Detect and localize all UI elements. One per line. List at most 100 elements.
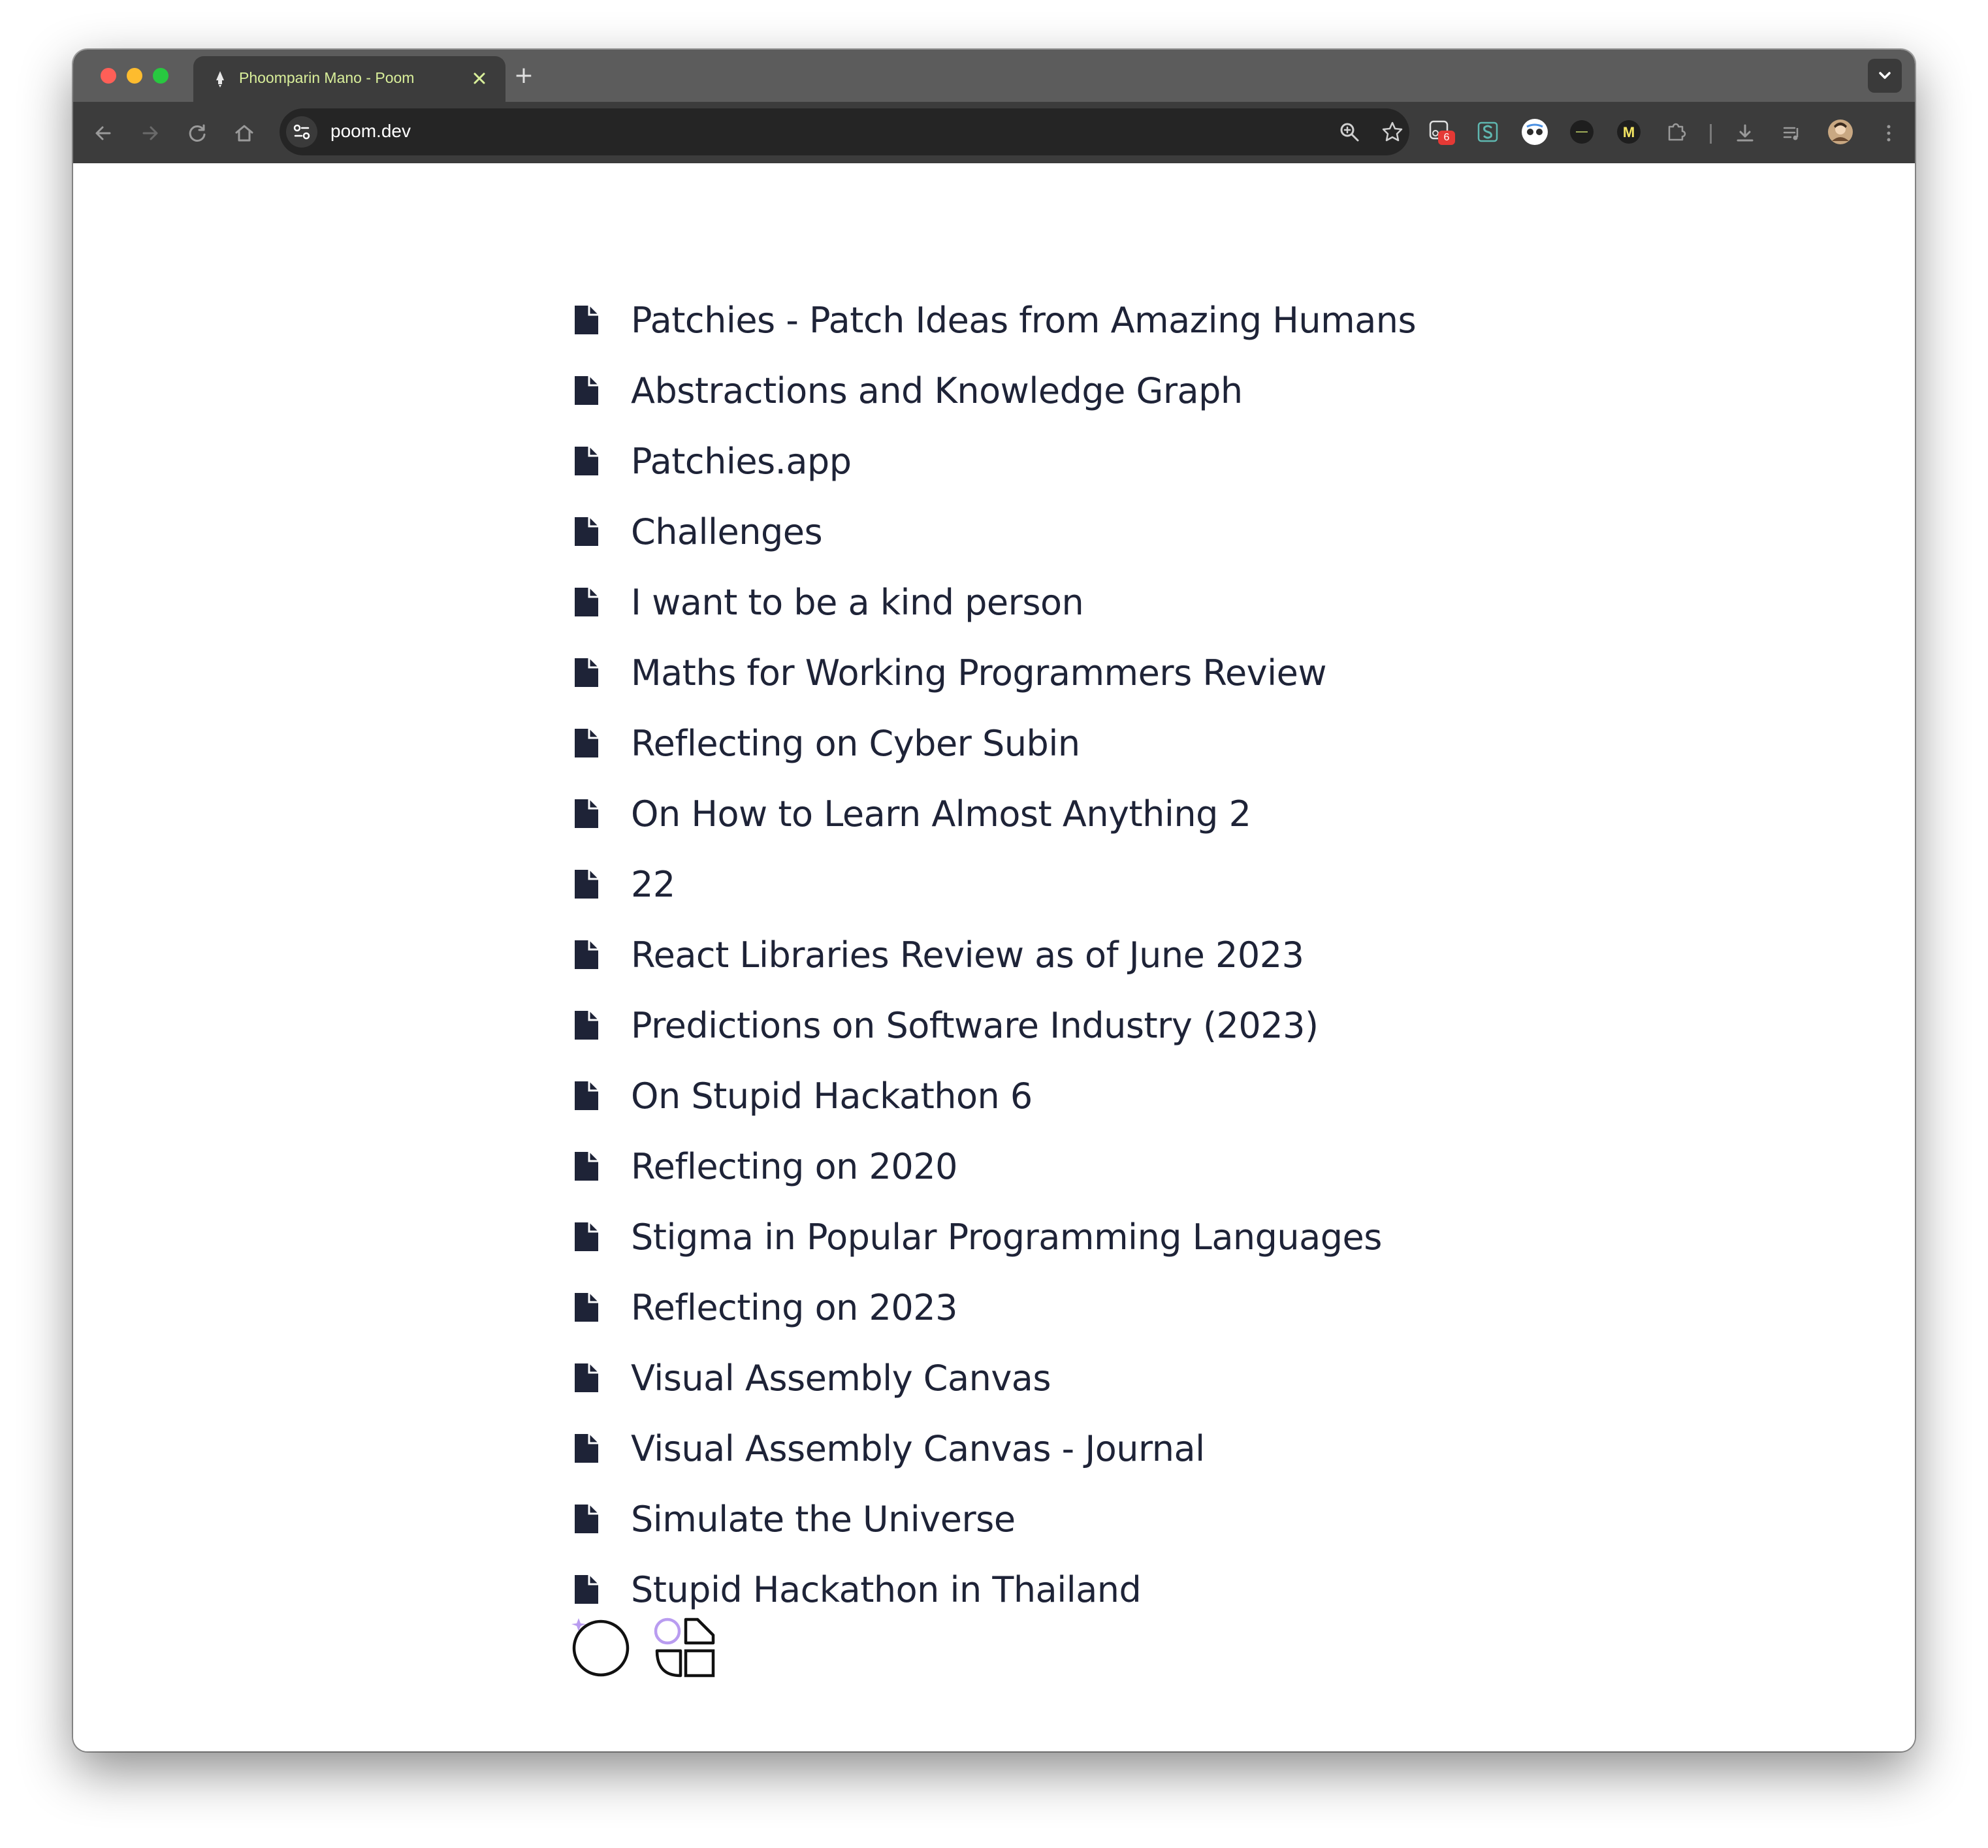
zoom-icon[interactable] xyxy=(1338,120,1361,144)
list-item[interactable]: I want to be a kind person xyxy=(573,576,1084,628)
document-icon xyxy=(575,376,598,405)
list-item[interactable]: On Stupid Hackathon 6 xyxy=(573,1070,1033,1122)
list-item[interactable]: React Libraries Review as of June 2023 xyxy=(573,929,1304,981)
s-logo-icon xyxy=(1477,121,1498,142)
s-extension-icon[interactable] xyxy=(1472,116,1503,148)
post-link[interactable]: Patchies - Patch Ideas from Amazing Huma… xyxy=(631,300,1417,341)
list-item[interactable]: Visual Assembly Canvas - Journal xyxy=(573,1422,1205,1474)
tune-icon xyxy=(293,124,310,140)
document-icon xyxy=(575,1011,598,1040)
post-link[interactable]: Stupid Hackathon in Thailand xyxy=(631,1569,1142,1610)
post-link[interactable]: Patchies.app xyxy=(631,441,852,482)
mascot-extension-icon[interactable] xyxy=(1519,116,1550,148)
page-content: Patchies - Patch Ideas from Amazing Huma… xyxy=(73,163,1915,1751)
tab-close-button[interactable] xyxy=(466,65,492,91)
list-item[interactable]: Predictions on Software Industry (2023) xyxy=(573,999,1319,1051)
m-extension-icon[interactable]: M xyxy=(1613,116,1644,148)
post-link[interactable]: Abstractions and Knowledge Graph xyxy=(631,370,1243,411)
back-arrow-icon[interactable] xyxy=(90,120,116,146)
tab-search-button[interactable] xyxy=(1868,59,1902,93)
list-item[interactable]: Maths for Working Programmers Review xyxy=(573,646,1327,699)
post-link[interactable]: On How to Learn Almost Anything 2 xyxy=(631,793,1251,835)
toolbar-divider xyxy=(1710,124,1712,144)
list-item[interactable]: Stupid Hackathon in Thailand xyxy=(573,1563,1142,1616)
document-icon xyxy=(575,1363,598,1392)
extensions-menu-icon xyxy=(1668,123,1686,141)
mascot-face-icon xyxy=(1522,119,1548,145)
list-item[interactable]: Reflecting on 2023 xyxy=(573,1281,957,1333)
site-info-button[interactable] xyxy=(286,116,317,148)
post-link[interactable]: Predictions on Software Industry (2023) xyxy=(631,1005,1319,1046)
document-icon xyxy=(575,588,598,616)
circle-sparkle-logo-icon[interactable] xyxy=(569,1616,635,1681)
post-link[interactable]: Maths for Working Programmers Review xyxy=(631,652,1327,693)
new-tab-button[interactable]: + xyxy=(511,63,537,89)
list-item[interactable]: Patchies.app xyxy=(573,435,852,487)
browser-toolbar: poom.dev 6 M xyxy=(73,102,1915,163)
chevron-down-icon xyxy=(1879,72,1891,79)
close-window-button[interactable] xyxy=(101,68,116,84)
post-link[interactable]: Visual Assembly Canvas - Journal xyxy=(631,1428,1205,1469)
m-letter-icon: M xyxy=(1617,120,1641,144)
profile-avatar[interactable] xyxy=(1825,116,1856,148)
document-icon xyxy=(575,729,598,757)
post-link[interactable]: Challenges xyxy=(631,511,823,552)
list-item[interactable]: 22 xyxy=(573,858,675,910)
post-link[interactable]: Simulate the Universe xyxy=(631,1499,1016,1540)
adblock-extension-icon[interactable]: 6 xyxy=(1425,116,1456,148)
document-icon xyxy=(575,517,598,546)
list-item[interactable]: Visual Assembly Canvas xyxy=(573,1352,1051,1404)
url-text: poom.dev xyxy=(330,121,411,141)
document-icon xyxy=(575,1222,598,1251)
document-icon xyxy=(575,447,598,475)
list-item[interactable]: On How to Learn Almost Anything 2 xyxy=(573,788,1251,840)
dark-circle-icon xyxy=(1570,120,1594,144)
shapes-grid-logo-icon[interactable] xyxy=(653,1616,718,1681)
post-link[interactable]: React Libraries Review as of June 2023 xyxy=(631,934,1304,976)
document-icon xyxy=(575,940,598,969)
more-menu-icon[interactable] xyxy=(1876,120,1902,146)
close-icon xyxy=(473,72,485,84)
document-icon xyxy=(575,870,598,899)
download-icon[interactable] xyxy=(1732,120,1758,146)
post-link[interactable]: Stigma in Popular Programming Languages xyxy=(631,1217,1382,1258)
list-item[interactable]: Abstractions and Knowledge Graph xyxy=(573,364,1243,417)
forward-arrow-icon[interactable] xyxy=(137,120,163,146)
post-link[interactable]: On Stupid Hackathon 6 xyxy=(631,1075,1033,1117)
m-extension-label: M xyxy=(1623,124,1635,140)
document-icon xyxy=(575,1505,598,1533)
document-icon xyxy=(575,799,598,828)
tab-active[interactable]: Phoomparin Mano - Poom xyxy=(193,56,505,102)
minimize-window-button[interactable] xyxy=(127,68,142,84)
star-icon[interactable] xyxy=(1381,120,1404,144)
list-item[interactable]: Stigma in Popular Programming Languages xyxy=(573,1211,1382,1263)
puzzle-icon[interactable] xyxy=(1660,116,1691,148)
extension-badge: 6 xyxy=(1438,131,1455,145)
footer-logos xyxy=(569,1616,739,1681)
list-item[interactable]: Reflecting on Cyber Subin xyxy=(573,717,1080,769)
post-link[interactable]: Visual Assembly Canvas xyxy=(631,1358,1051,1399)
post-link[interactable]: Reflecting on Cyber Subin xyxy=(631,723,1080,764)
document-icon xyxy=(575,1081,598,1110)
dark-extension-icon[interactable] xyxy=(1566,116,1597,148)
media-controls-icon[interactable] xyxy=(1779,120,1805,146)
post-link[interactable]: I want to be a kind person xyxy=(631,582,1084,623)
document-icon xyxy=(575,1152,598,1181)
document-icon xyxy=(575,1293,598,1322)
list-item[interactable]: Challenges xyxy=(573,505,823,558)
rocket-icon xyxy=(216,71,224,88)
title-bar: Phoomparin Mano - Poom + xyxy=(73,50,1915,102)
zoom-window-button[interactable] xyxy=(153,68,168,84)
tab-title: Phoomparin Mano - Poom xyxy=(239,69,415,86)
post-link[interactable]: Reflecting on 2023 xyxy=(631,1287,957,1328)
reload-icon[interactable] xyxy=(184,120,210,146)
address-bar[interactable]: poom.dev xyxy=(280,108,1409,155)
home-icon[interactable] xyxy=(231,120,257,146)
post-link[interactable]: Reflecting on 2020 xyxy=(631,1146,957,1187)
list-item[interactable]: Patchies - Patch Ideas from Amazing Huma… xyxy=(573,294,1417,346)
document-icon xyxy=(575,658,598,687)
avatar-icon xyxy=(1828,119,1853,144)
list-item[interactable]: Reflecting on 2020 xyxy=(573,1140,957,1192)
post-link[interactable]: 22 xyxy=(631,864,675,905)
list-item[interactable]: Simulate the Universe xyxy=(573,1493,1016,1545)
